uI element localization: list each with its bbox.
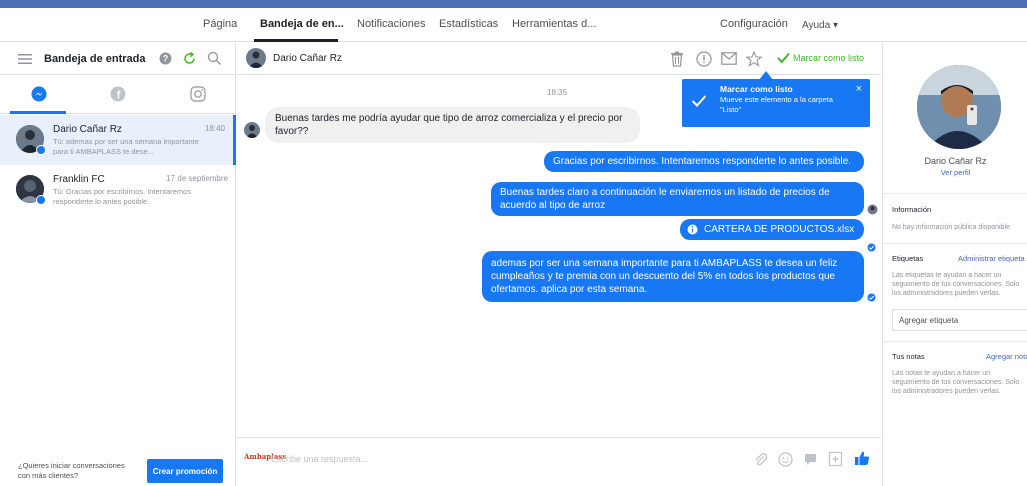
manage-tags-link[interactable]: Administrar etiqueta — [958, 254, 1025, 263]
active-tab-indicator — [254, 39, 338, 42]
read-receipt-icon — [867, 204, 878, 215]
divider — [883, 341, 1027, 342]
conversation-snippet: Tú: ademas por ser una semana importante… — [53, 137, 199, 156]
promo-footer: ¿Quieres iniciar conversaciones con más … — [0, 451, 236, 486]
mark-as-done-button[interactable]: Marcar como listo — [793, 53, 864, 63]
search-icon[interactable] — [207, 51, 222, 66]
conversation-snippet: Tú: Gracias por escribirnos. Intentaremo… — [53, 187, 191, 206]
inbox-title: Bandeja de entrada — [44, 53, 146, 65]
tooltip-close-button[interactable]: × — [856, 83, 862, 95]
svg-text:f: f — [117, 90, 121, 102]
save-reply-icon[interactable] — [828, 451, 843, 467]
divider — [883, 243, 1027, 244]
mail-icon[interactable] — [721, 52, 737, 65]
help-icon[interactable]: ? — [159, 52, 172, 65]
create-promotion-button[interactable]: Crear promoción — [147, 459, 223, 483]
conversation-name: Dario Cañar Rz — [53, 124, 122, 135]
messenger-badge — [36, 145, 46, 155]
conversation-time: 18:40 — [204, 124, 225, 133]
file-name: CARTERA DE PRODUCTOS.xlsx — [704, 224, 855, 235]
checkmark-icon[interactable] — [777, 52, 790, 64]
active-filter-indicator — [10, 111, 66, 114]
facebook-icon[interactable]: f — [110, 86, 126, 102]
conversation-item[interactable]: Dario Cañar Rz 18:40 Tú: ademas por ser … — [0, 115, 236, 165]
inbox-panel: Bandeja de entrada ? f Dario Cañar Rz 18… — [0, 43, 236, 486]
profile-panel: Dario Cañar Rz Ver perfil Información No… — [882, 43, 1027, 486]
top-color-strip — [0, 0, 1027, 8]
tooltip-title: Marcar como listo — [720, 84, 793, 94]
contact-avatar-small — [244, 122, 260, 138]
tab-statistics[interactable]: Estadísticas — [439, 18, 498, 30]
notes-text: Las notas te ayudan a hacer un seguimien… — [892, 370, 1020, 395]
message-timestamp: 18:35 — [547, 88, 568, 97]
attach-icon[interactable] — [753, 452, 768, 467]
file-attachment[interactable]: CARTERA DE PRODUCTOS.xlsx — [680, 219, 864, 240]
conversation-item[interactable]: Franklin FC 17 de septiembre Tú: Gracias… — [0, 165, 236, 215]
inbox-header: Bandeja de entrada ? — [0, 43, 236, 75]
conversation-name: Franklin FC — [53, 174, 105, 185]
menu-icon[interactable] — [18, 53, 32, 65]
message-bubble-outgoing: Buenas tardes claro a continuación le en… — [491, 182, 864, 216]
messenger-badge — [36, 195, 46, 205]
info-icon[interactable] — [696, 51, 712, 67]
svg-text:?: ? — [163, 54, 169, 64]
message-bubble-incoming: Buenas tardes me podría ayudar que tipo … — [265, 107, 640, 143]
star-icon[interactable] — [746, 51, 762, 67]
tab-pagina[interactable]: Página — [203, 18, 237, 30]
tab-help[interactable]: Ayuda ▾ — [802, 20, 838, 31]
reply-composer: Ambaplass — [237, 437, 881, 486]
tags-text: Las etiquetas te ayudan a hacer un segui… — [892, 272, 1020, 297]
tab-notifications[interactable]: Notificaciones — [357, 18, 425, 30]
like-icon[interactable] — [854, 450, 870, 466]
trash-icon[interactable] — [670, 51, 684, 67]
add-note-link[interactable]: Agregar nota — [986, 352, 1027, 361]
messenger-icon[interactable] — [31, 86, 47, 102]
tab-tools[interactable]: Herramientas d... — [512, 18, 596, 30]
info-text: No hay información pública disponible — [892, 224, 1010, 231]
inbox-filters: f — [0, 76, 236, 114]
tab-inbox[interactable]: Bandeja de en... — [260, 18, 344, 30]
conversation-header: Dario Cañar Rz Marcar como listo — [237, 43, 881, 75]
mark-done-tooltip: Marcar como listo Mueve este elemento a … — [682, 79, 870, 127]
delivered-icon — [867, 243, 876, 252]
message-bubble-outgoing: ademas por ser una semana importante par… — [482, 251, 864, 302]
view-profile-link[interactable]: Ver perfil — [883, 168, 1027, 177]
top-nav: Página Bandeja de en... Notificaciones E… — [0, 8, 1027, 42]
divider — [883, 193, 1027, 194]
message-bubble-outgoing: Gracias por escribirnos. Intentaremos re… — [544, 151, 864, 172]
delivered-icon — [867, 293, 876, 302]
emoji-icon[interactable] — [778, 452, 793, 467]
conversation-time: 17 de septiembre — [166, 174, 228, 183]
profile-photo[interactable] — [917, 65, 1001, 149]
tooltip-body: Mueve este elemento a la carpeta "Listo" — [720, 95, 833, 114]
add-tag-input[interactable] — [892, 309, 1027, 331]
conversation-panel: Dario Cañar Rz Marcar como listo 18:35 B… — [237, 43, 881, 486]
chat-icon[interactable] — [803, 452, 818, 467]
profile-name: Dario Cañar Rz — [924, 156, 987, 166]
instagram-icon[interactable] — [190, 86, 206, 102]
info-heading: Información — [892, 205, 932, 214]
file-info-icon — [687, 224, 698, 235]
notes-heading: Tus notas — [892, 352, 925, 361]
promo-question: ¿Quieres iniciar conversaciones con más … — [18, 461, 125, 480]
reply-input[interactable] — [271, 452, 571, 466]
tooltip-check-icon — [691, 95, 707, 107]
tags-heading: Etiquetas — [892, 254, 924, 263]
refresh-icon[interactable] — [182, 51, 197, 66]
contact-avatar[interactable] — [246, 48, 266, 68]
tab-settings[interactable]: Configuración — [720, 18, 788, 30]
contact-name[interactable]: Dario Cañar Rz — [273, 53, 342, 64]
